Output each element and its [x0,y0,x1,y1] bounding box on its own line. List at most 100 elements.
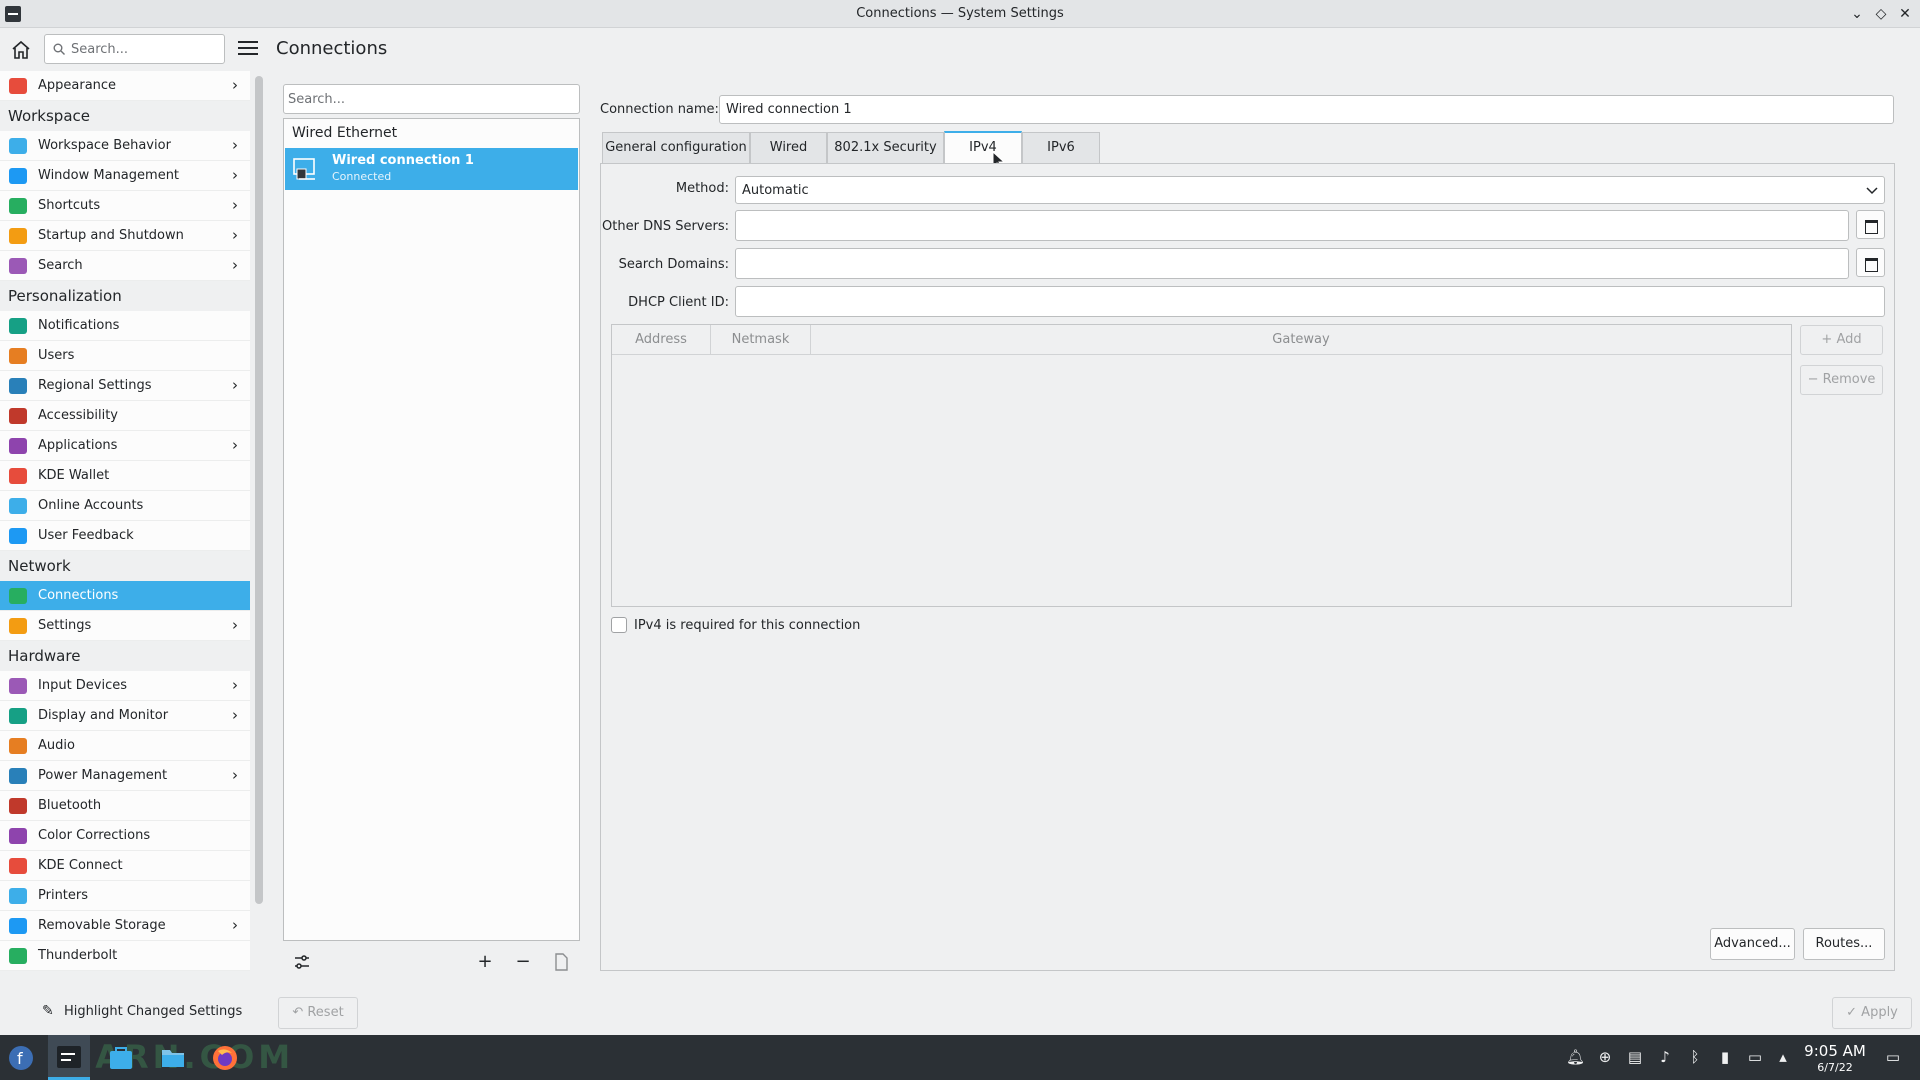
sidebar-item-label: KDE Connect [38,858,123,873]
sidebar-footer: ✎ Highlight Changed Settings [0,995,268,1031]
tab-ipv6[interactable]: IPv6 [1022,132,1100,163]
sidebar-item-label: User Feedback [38,528,134,543]
chevron-right-icon: › [232,766,238,784]
address-table[interactable]: Address Netmask Gateway [611,324,1792,607]
network-tray-icon[interactable]: ▭ [1746,1048,1764,1066]
sidebar-item-search[interactable]: Search › [0,251,250,281]
sidebar-item-users[interactable]: Users [0,341,250,371]
remove-connection-icon[interactable]: − [511,950,535,974]
title-bar: Connections — System Settings ⌄ ◇ ✕ [0,0,1920,28]
system-settings-task[interactable] [48,1035,90,1080]
phone-icon [9,858,27,874]
dhcp-client-id-field[interactable] [735,286,1885,317]
sidebar-item-shortcuts[interactable]: Shortcuts › [0,191,250,221]
sidebar-item-removable-storage[interactable]: Removable Storage › [0,911,250,941]
firefox-icon[interactable] [212,1045,238,1071]
clipboard-tray-icon[interactable]: ▤ [1626,1048,1644,1066]
ipv4-required-label: IPv4 is required for this connection [634,618,861,633]
sidebar-item-window-management[interactable]: Window Management › [0,161,250,191]
storage-tray-icon[interactable]: ▮ [1716,1048,1734,1066]
connection-search-input[interactable]: Search... [283,84,580,114]
minimize-icon[interactable]: ⌄ [1848,5,1866,23]
notifications-tray-icon[interactable]: 🔔︎ [1566,1048,1585,1066]
volume-tray-icon[interactable]: ♪ [1656,1048,1674,1066]
column-netmask[interactable]: Netmask [711,325,811,355]
sidebar-item-power-management[interactable]: Power Management › [0,761,250,791]
highlight-changed-settings-button[interactable]: ✎ Highlight Changed Settings [40,1000,245,1026]
sidebar-item-user-feedback[interactable]: User Feedback [0,521,250,551]
sidebar-search-input[interactable]: Search... [44,34,225,64]
sidebar-item-kde-wallet[interactable]: KDE Wallet [0,461,250,491]
routes-button[interactable]: Routes... [1803,928,1885,960]
search-domains-field[interactable] [735,248,1849,279]
reset-button[interactable]: ↶ Reset [278,997,358,1029]
connection-name: Wired connection 1 [332,153,474,168]
sidebar-item-accessibility[interactable]: Accessibility [0,401,250,431]
page-title: Connections [276,38,388,59]
sidebar-item-settings[interactable]: Settings › [0,611,250,641]
dns-list-edit-icon[interactable] [1856,210,1885,239]
sidebar-item-bluetooth[interactable]: Bluetooth [0,791,250,821]
tab-wired[interactable]: Wired [750,132,827,163]
sidebar-item-connections[interactable]: Connections [0,581,250,611]
column-address[interactable]: Address [612,325,711,355]
bluetooth-tray-icon[interactable]: ᛒ [1686,1048,1704,1066]
advanced-button[interactable]: Advanced... [1710,928,1795,960]
show-desktop-icon[interactable]: ▭ [1884,1048,1902,1066]
close-icon[interactable]: ✕ [1896,5,1914,23]
connection-item-wired-1[interactable]: Wired connection 1 Connected [285,148,578,190]
remove-address-button[interactable]: − Remove [1800,365,1883,395]
sidebar-item-label: Workspace Behavior [38,138,171,153]
configure-icon[interactable] [290,950,314,974]
tab-general-configuration[interactable]: General configuration [602,132,750,163]
home-icon[interactable] [10,39,32,61]
tab-8021x-security[interactable]: 802.1x Security [827,132,944,163]
taskbar: LEARN.COM f 🔔︎ ⊕ ▤ ♪ ᛒ ▮ ▭ ▴ 9:05 AM 6/7… [0,1035,1920,1080]
tab-ipv4[interactable]: IPv4 [944,131,1022,164]
sidebar-item-appearance[interactable]: Appearance › [0,71,250,101]
sidebar-item-kde-connect[interactable]: KDE Connect [0,851,250,881]
sidebar-item-workspace-behavior[interactable]: Workspace Behavior › [0,131,250,161]
method-select[interactable]: Automatic [735,176,1885,204]
sidebar-item-online-accounts[interactable]: Online Accounts [0,491,250,521]
ipv4-required-checkbox[interactable] [611,617,627,633]
apply-button[interactable]: ✓ Apply [1832,997,1912,1029]
update-tray-icon[interactable]: ⊕ [1596,1048,1614,1066]
sidebar-item-printers[interactable]: Printers [0,881,250,911]
sidebar-item-notifications[interactable]: Notifications [0,311,250,341]
sidebar: Appearance › Workspace Workspace Behavior › W… [0,71,250,976]
sidebar-item-label: Shortcuts [38,198,101,213]
sidebar-scrollbar[interactable] [255,76,263,904]
sidebar-item-regional-settings[interactable]: Regional Settings › [0,371,250,401]
sidebar-item-audio[interactable]: Audio [0,731,250,761]
sidebar-item-applications[interactable]: Applications › [0,431,250,461]
sidebar-item-thunderbolt[interactable]: Thunderbolt [0,941,250,971]
sidebar-item-display-and-monitor[interactable]: Display and Monitor › [0,701,250,731]
export-icon[interactable] [549,950,573,974]
sidebar-item-color-corrections[interactable]: Color Corrections [0,821,250,851]
discover-icon[interactable] [108,1045,134,1071]
dns-servers-field[interactable] [735,210,1849,241]
fedora-launcher-icon[interactable]: f [8,1045,34,1071]
expand-tray-icon[interactable]: ▴ [1774,1048,1792,1066]
sidebar-item-label: Color Corrections [38,828,151,843]
file-manager-icon[interactable] [160,1045,186,1071]
reset-label: Reset [307,1005,344,1020]
sidebar-item-label: Applications [38,438,118,453]
maximize-icon[interactable]: ◇ [1872,5,1890,23]
connection-name-field[interactable]: Wired connection 1 [719,95,1894,124]
add-address-button[interactable]: + Add [1800,325,1883,355]
search-domains-edit-icon[interactable] [1856,248,1885,277]
clock-time[interactable]: 9:05 AM [1803,1042,1867,1060]
sidebar-item-startup-and-shutdown[interactable]: Startup and Shutdown › [0,221,250,251]
sidebar-category-label: Workspace [8,107,90,125]
column-gateway[interactable]: Gateway [811,325,1791,355]
hamburger-menu-icon[interactable] [238,41,258,59]
add-connection-icon[interactable]: + [473,950,497,974]
sidebar-item-input-devices[interactable]: Input Devices › [0,671,250,701]
clock-date[interactable]: 6/7/22 [1803,1061,1867,1074]
chevron-right-icon: › [232,166,238,184]
chevron-right-icon: › [232,676,238,694]
dhcp-client-id-label: DHCP Client ID: [628,295,729,310]
highlight-changed-label: Highlight Changed Settings [64,1004,243,1019]
